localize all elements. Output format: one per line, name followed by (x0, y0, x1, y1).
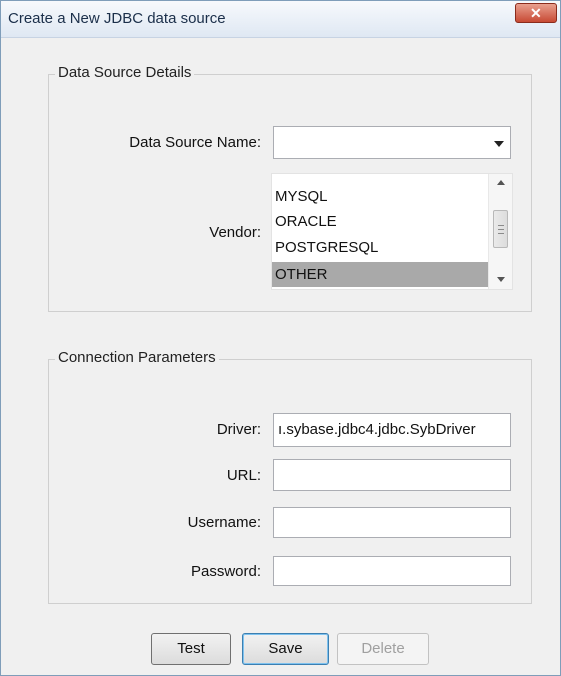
grip-line-icon (498, 225, 504, 226)
url-label: URL: (226, 467, 261, 484)
scroll-up-arrow-icon[interactable] (497, 180, 505, 185)
url-field[interactable] (273, 459, 511, 491)
vendor-option-postgresql[interactable]: POSTGRESQL (272, 235, 489, 260)
username-label: Username: (187, 514, 261, 531)
close-button[interactable]: ✕ (515, 3, 557, 23)
save-button[interactable]: Save (242, 633, 329, 665)
vendor-option-other[interactable]: OTHER (272, 262, 489, 287)
test-button[interactable]: Test (151, 633, 231, 665)
delete-button[interactable]: Delete (337, 633, 429, 665)
vendor-option-oracle[interactable]: ORACLE (272, 209, 489, 234)
title-bar[interactable]: Create a New JDBC data source ✕ (1, 1, 560, 38)
grip-line-icon (498, 233, 504, 234)
password-field[interactable] (273, 556, 511, 586)
jdbc-dialog: Create a New JDBC data source ✕ Data Sou… (0, 0, 561, 676)
password-label: Password: (190, 563, 261, 580)
username-field[interactable] (273, 507, 511, 538)
vendor-label: Vendor: (209, 224, 261, 241)
scrollbar-thumb[interactable] (493, 210, 508, 248)
driver-label: Driver: (216, 421, 261, 438)
chevron-down-icon[interactable] (494, 141, 504, 147)
driver-field[interactable]: ı.sybase.jdbc4.jdbc.SybDriver (273, 413, 511, 447)
connection-parameters-legend: Connection Parameters (55, 349, 219, 366)
vendor-option-mysql[interactable]: MYSQL (272, 184, 489, 209)
grip-line-icon (498, 229, 504, 230)
data-source-name-label: Data Source Name: (129, 134, 261, 151)
vendor-listbox[interactable]: MYSQL ORACLE POSTGRESQL OTHER (271, 173, 513, 290)
data-source-name-combobox[interactable] (273, 126, 511, 159)
window-title: Create a New JDBC data source (8, 10, 226, 27)
scroll-down-arrow-icon[interactable] (497, 277, 505, 282)
close-icon: ✕ (530, 5, 542, 21)
vendor-scrollbar[interactable] (488, 174, 512, 289)
data-source-details-legend: Data Source Details (55, 64, 195, 81)
